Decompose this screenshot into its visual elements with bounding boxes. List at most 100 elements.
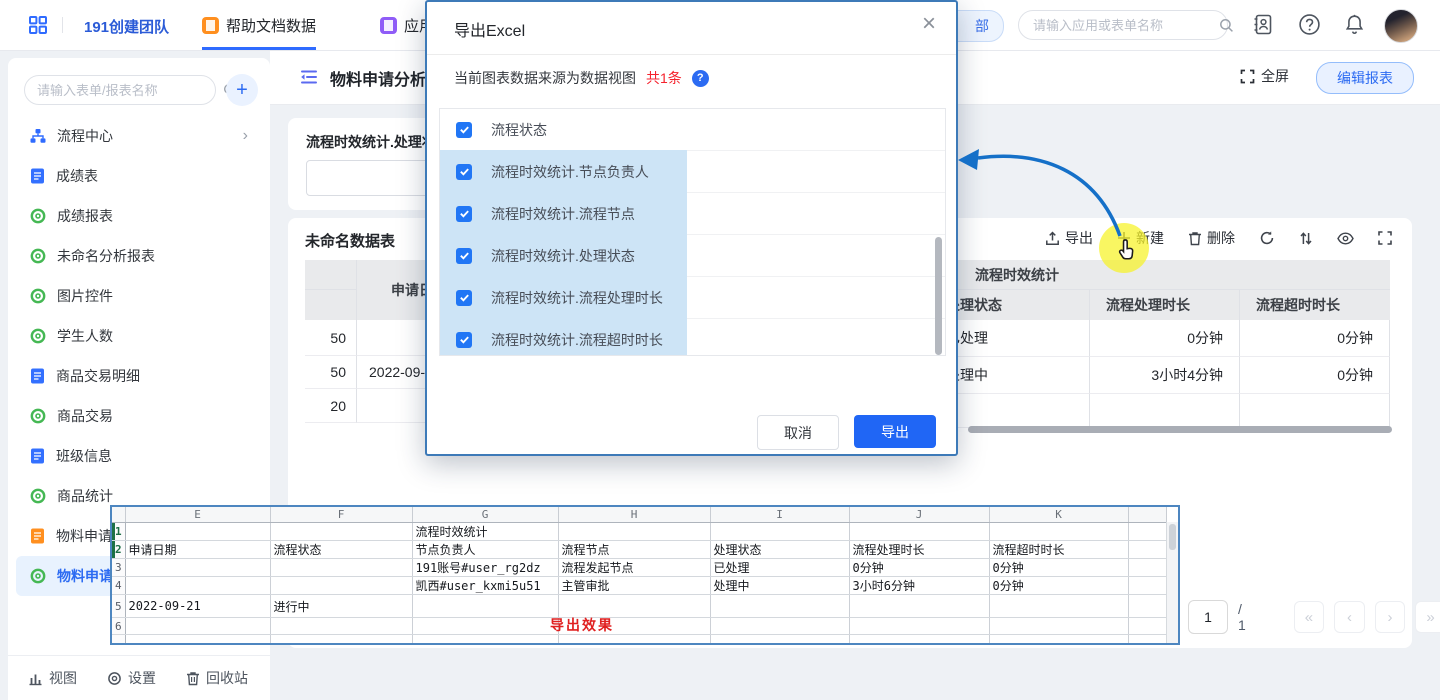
excel-row-number[interactable]: 4 [112,577,125,595]
team-name[interactable]: 191创建团队 [84,16,169,37]
excel-col-letter[interactable]: K [989,507,1128,523]
excel-cell[interactable]: 处理中 [710,577,849,595]
excel-cell[interactable] [412,595,558,618]
excel-cell[interactable] [1128,523,1166,541]
contacts-icon[interactable] [1252,13,1275,36]
excel-cell[interactable] [558,635,710,646]
checkbox-checked[interactable] [456,164,472,180]
notifications-bell-icon[interactable] [1343,13,1366,36]
collapse-sidebar-icon[interactable] [298,66,320,88]
chevron-right-icon[interactable]: › [243,127,248,145]
tab-help-doc-data[interactable]: 帮助文档数据 [202,0,316,50]
sidebar-item-process-center[interactable]: 流程中心 › [16,116,262,156]
views-button[interactable]: 视图 [28,668,77,688]
excel-cell[interactable] [1128,618,1166,635]
excel-cell[interactable]: 节点负责人 [412,541,558,559]
first-page-button[interactable]: « [1294,601,1325,633]
close-icon[interactable]: × [922,12,936,36]
excel-cell[interactable] [989,618,1128,635]
excel-cell[interactable] [1128,559,1166,577]
excel-cell[interactable] [989,523,1128,541]
checkbox-checked[interactable] [456,248,472,264]
excel-cell[interactable]: 进行中 [270,595,412,618]
excel-cell[interactable] [270,559,412,577]
excel-row-number[interactable]: 6 [112,618,125,635]
excel-row-number[interactable]: 3 [112,559,125,577]
excel-cell[interactable] [710,595,849,618]
excel-col-letter[interactable]: E [125,507,270,523]
excel-cell[interactable] [270,618,412,635]
excel-cell[interactable] [849,595,989,618]
delete-button[interactable]: 删除 [1188,228,1235,248]
excel-cell[interactable] [558,523,710,541]
excel-cell[interactable] [270,523,412,541]
excel-cell[interactable] [1128,595,1166,618]
sidebar-item-report[interactable]: 图片控件 [16,276,262,316]
excel-col-letter[interactable]: I [710,507,849,523]
excel-cell[interactable]: 0分钟 [989,577,1128,595]
group-header[interactable]: 流程时效统计 [930,260,1390,290]
excel-cell[interactable]: 流程超时时长 [989,541,1128,559]
sidebar-item-form[interactable]: 商品交易明细 [16,356,262,396]
excel-cell[interactable] [1128,577,1166,595]
excel-cell[interactable] [125,618,270,635]
excel-col-letter[interactable]: J [849,507,989,523]
column-header[interactable]: 流程处理时长 [1090,290,1240,320]
excel-cell[interactable] [125,577,270,595]
excel-cell[interactable] [710,523,849,541]
excel-cell[interactable]: 3小时6分钟 [849,577,989,595]
excel-cell[interactable] [989,635,1128,646]
search-icon[interactable] [1219,18,1234,33]
excel-cell[interactable] [270,635,412,646]
next-page-button[interactable]: › [1375,601,1406,633]
excel-cell[interactable]: 2022-09-21 [125,595,270,618]
sidebar-item-report[interactable]: 学生人数 [16,316,262,356]
excel-cell[interactable]: 0分钟 [989,559,1128,577]
excel-cell[interactable] [989,595,1128,618]
horizontal-scrollbar[interactable] [968,426,1392,433]
sidebar-item-report[interactable]: 商品交易 [16,396,262,436]
refresh-button[interactable] [1259,230,1275,246]
excel-row-number[interactable]: 1 [112,523,125,541]
excel-cell[interactable] [1128,541,1166,559]
excel-cell[interactable]: 流程发起节点 [558,559,710,577]
table-cell[interactable]: 3小时4分钟 [1090,357,1240,394]
table-cell[interactable]: 0分钟 [1240,357,1390,394]
export-button[interactable]: 导出 [1045,228,1093,248]
excel-cell[interactable] [710,618,849,635]
excel-cell[interactable]: 凯西#user_kxmi5u51 [412,577,558,595]
excel-cell[interactable] [849,523,989,541]
table-cell[interactable]: 50 [305,356,357,389]
excel-cell[interactable]: 流程节点 [558,541,710,559]
visibility-eye-icon[interactable] [1337,232,1354,245]
excel-row-number[interactable]: 5 [112,595,125,618]
excel-col-letter[interactable]: G [412,507,558,523]
excel-cell[interactable]: 191账号#user_rg2dz [412,559,558,577]
excel-cell[interactable] [1128,635,1166,646]
fullscreen-button[interactable]: 全屏 [1240,66,1289,86]
recycle-bin-button[interactable]: 回收站 [186,668,248,688]
table-cell[interactable] [1240,394,1390,428]
excel-cell[interactable] [849,618,989,635]
table-cell[interactable]: 20 [305,389,357,423]
field-row[interactable]: 流程状态 [440,109,945,151]
page-input[interactable] [1188,600,1228,634]
global-search-input[interactable] [1031,17,1211,34]
checkbox-checked[interactable] [456,122,472,138]
settings-button[interactable]: 设置 [107,668,156,688]
excel-cell[interactable]: 处理状态 [710,541,849,559]
list-scrollbar[interactable] [935,237,942,355]
checkbox-checked[interactable] [456,290,472,306]
excel-cell[interactable]: 流程状态 [270,541,412,559]
sidebar-item-report[interactable]: 未命名分析报表 [16,236,262,276]
last-page-button[interactable]: » [1415,601,1440,633]
excel-cell[interactable] [849,635,989,646]
excel-col-letter[interactable]: F [270,507,412,523]
excel-cell[interactable] [125,523,270,541]
excel-row-number[interactable] [112,635,125,646]
prev-page-button[interactable]: ‹ [1334,601,1365,633]
column-header[interactable]: 流程超时时长 [1240,290,1390,320]
excel-cell[interactable] [125,559,270,577]
help-icon[interactable] [1298,13,1321,36]
edit-report-button[interactable]: 编辑报表 [1316,62,1414,94]
